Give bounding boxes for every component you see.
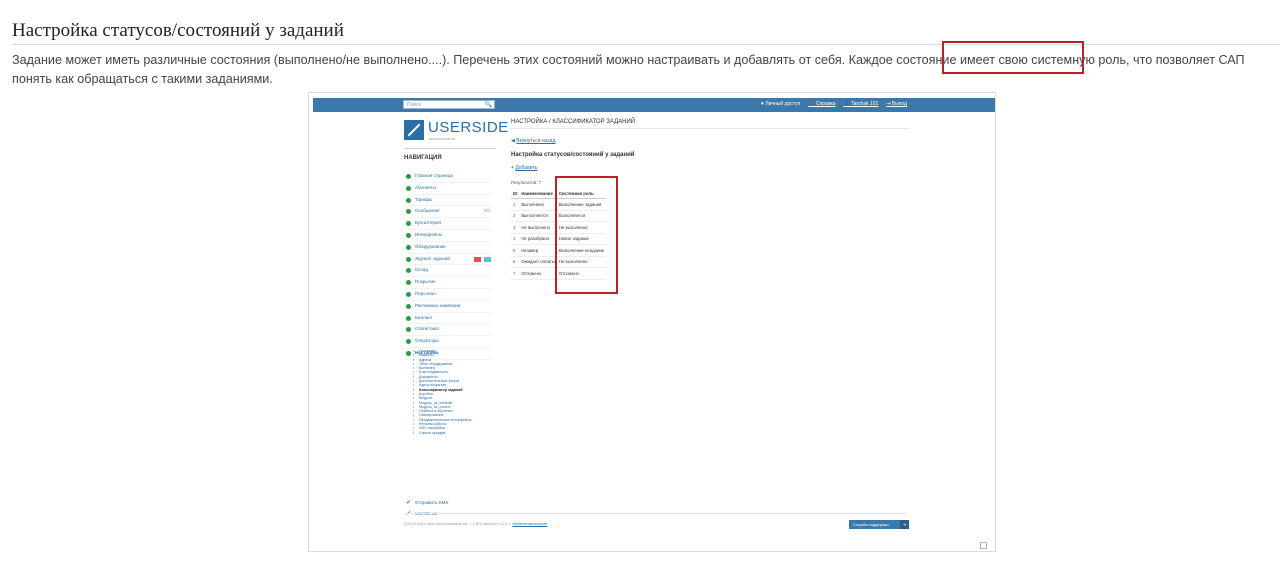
add-button[interactable]: + Добавить [511, 165, 537, 171]
expand-image-icon[interactable]: □ [980, 540, 987, 552]
nav-item-staff[interactable]: Персонал [406, 289, 492, 301]
topbar-link-user[interactable]: 👤 Tarchak 101 [844, 101, 879, 107]
check-icon: ✔ [406, 500, 412, 506]
messages-count: 0/0 [483, 208, 490, 214]
nav-item-messages[interactable]: Сообщения 0/0 [406, 206, 492, 219]
sidebar-extra: ✔ Отправить SMS ✔ usersite.ua [406, 498, 492, 520]
row-name: Не выполнено [519, 221, 557, 234]
gear-icon [406, 350, 411, 356]
app-topbar: Поиск 🔍 ♥ Личный доступ ❓ Справка 👤 Tarc… [313, 98, 995, 112]
row-name: Ожидает оплаты [519, 256, 557, 268]
topbar-link-personal[interactable]: ♥ Личный доступ [761, 101, 800, 107]
page-title: НАСТРОЙКА / КЛАССИФИКАТОР ЗАДАНИЙ [511, 119, 909, 129]
chart-icon [406, 197, 411, 203]
col-id[interactable]: ID [511, 188, 520, 199]
home-icon [406, 174, 411, 179]
row-id[interactable]: 4 [511, 233, 520, 245]
settings-subnav: Основное Маркеты Адреса Типы оборудовани… [413, 349, 493, 435]
support-button[interactable]: Служба поддержки ➔ [849, 520, 909, 529]
arrow-right-icon: ➔ [900, 520, 909, 529]
row-id[interactable]: 2 [511, 210, 520, 222]
tasks-icon [406, 256, 411, 262]
row-id[interactable]: 5 [511, 244, 520, 257]
nav-item-interfaces[interactable]: Интерфейсы [406, 230, 492, 242]
app-logo[interactable]: USERSIDE www.userside.eu [404, 118, 508, 149]
dollar-icon [406, 221, 411, 227]
changelog-link[interactable]: Изменения версии [512, 521, 547, 526]
row-name: Выполнено [519, 198, 557, 211]
back-link[interactable]: ◀ Вернуться назад [511, 138, 555, 144]
mail-icon [406, 209, 411, 215]
search-placeholder: Поиск [407, 102, 421, 108]
logo-tagline: www.userside.eu [429, 137, 456, 141]
highlight-box-text [942, 41, 1084, 74]
staff-icon [406, 291, 411, 297]
col-name[interactable]: Наименование [519, 188, 557, 199]
pie-icon [406, 327, 411, 333]
nav-item-site[interactable]: ✔ usersite.ua [406, 509, 492, 520]
row-id[interactable]: 7 [511, 267, 520, 280]
row-name: Выполняется [519, 210, 557, 222]
nav-item-tariffs[interactable]: Тарифы [406, 195, 492, 207]
highlight-box-role-column [555, 176, 618, 294]
logo-mark-icon [404, 120, 424, 140]
screenshot-figure[interactable]: Поиск 🔍 ♥ Личный доступ ❓ Справка 👤 Tarc… [308, 92, 996, 552]
grid-icon [406, 232, 411, 238]
row-name: Не разобрано [519, 233, 557, 245]
nav-item-send-sms[interactable]: ✔ Отправить SMS [406, 498, 492, 509]
users-icon [406, 185, 411, 191]
nav-heading: НАВИГАЦИЯ [404, 155, 442, 161]
device-icon [406, 244, 411, 250]
nav-item-campaigns[interactable]: Рекламные кампании [406, 301, 492, 313]
nav-item-equipment[interactable]: Оборудование [406, 242, 492, 254]
nav-item-warehouse[interactable]: Склад [406, 265, 492, 278]
section-title: Настройка статусов/состояний у заданий [511, 152, 635, 158]
subnav-item[interactable]: Список складов [413, 431, 493, 435]
sidebar-nav: Главная страница Абоненты Тарифы Сообщен… [406, 171, 492, 360]
nav-item-operators[interactable]: Операторы [406, 336, 492, 348]
footer-text: ©2003-2014 http://www.userside.ua | САП … [404, 521, 548, 526]
row-id[interactable]: 1 [511, 198, 520, 211]
nav-item-tasks[interactable]: Журнал заданий [406, 254, 492, 266]
app-page: USERSIDE www.userside.eu НАВИГАЦИЯ Главн… [313, 112, 995, 549]
search-icon[interactable]: 🔍 [485, 101, 492, 109]
nav-item-home[interactable]: Главная страница [406, 171, 492, 183]
logo-name: USERSIDE [428, 119, 509, 136]
search-input[interactable]: Поиск 🔍 [403, 100, 495, 109]
billing-icon [406, 315, 411, 321]
tasks-badge-blue [484, 256, 491, 262]
topbar-links: ♥ Личный доступ ❓ Справка 👤 Tarchak 101 … [761, 101, 907, 107]
megaphone-icon [406, 303, 411, 309]
tasks-badge-red [474, 256, 481, 262]
results-count: Результатов: 7 [511, 180, 542, 185]
nav-item-accounting[interactable]: Бухгалтерия [406, 218, 492, 230]
row-id[interactable]: 3 [511, 221, 520, 234]
app-footer: ©2003-2014 http://www.userside.ua | САП … [404, 513, 909, 529]
topbar-link-logout[interactable]: ⇥ Выход [886, 101, 907, 107]
nav-item-subscribers[interactable]: Абоненты [406, 183, 492, 195]
article-heading: Настройка статусов/состояний у заданий [12, 20, 1280, 45]
box-icon [406, 268, 411, 274]
nav-item-statistics[interactable]: Статистика [406, 324, 492, 337]
topbar-link-help[interactable]: ❓ Справка [808, 101, 835, 107]
nav-item-billing[interactable]: Биллинг [406, 313, 492, 325]
row-name: Отложено [519, 267, 557, 280]
row-name: Незавер [519, 244, 557, 257]
globe-icon [406, 280, 411, 286]
row-id[interactable]: 6 [511, 256, 520, 268]
person-icon [406, 339, 411, 345]
nav-item-coverage[interactable]: Покрытие [406, 277, 492, 289]
check-icon: ✔ [406, 510, 412, 517]
